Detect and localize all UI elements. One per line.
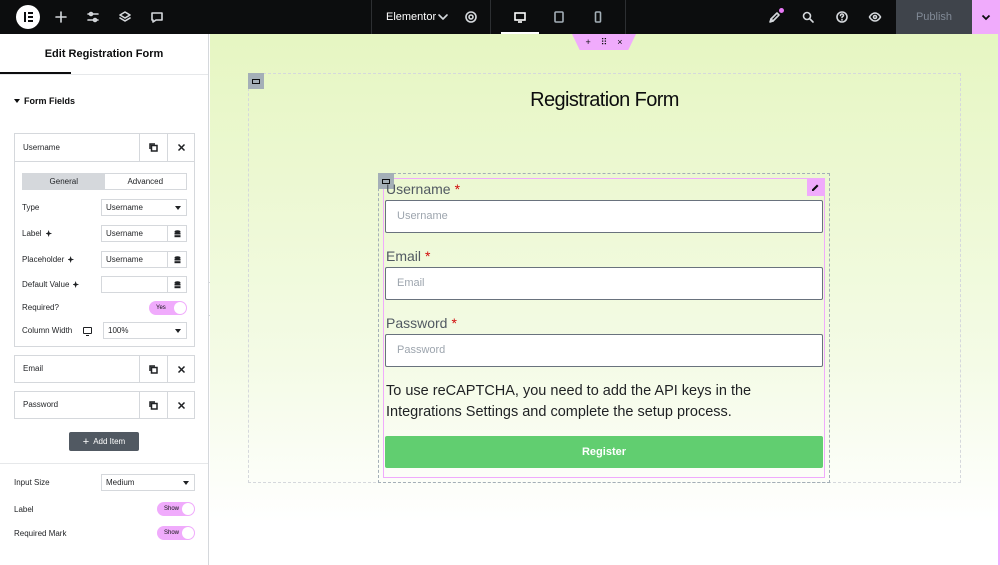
repeater-item-password[interactable]: Password	[14, 391, 195, 419]
tablet-icon[interactable]	[540, 0, 578, 34]
close-section-icon[interactable]: ×	[617, 37, 622, 47]
required-toggle[interactable]: Yes	[149, 301, 187, 315]
preview-icon[interactable]	[859, 0, 891, 34]
email-input[interactable]: Email	[385, 267, 823, 300]
dynamic-tags-icon[interactable]	[167, 277, 186, 292]
dynamic-tags-icon[interactable]	[167, 226, 186, 241]
required-mark-toggle[interactable]: Show	[157, 526, 195, 540]
username-label: Username *	[386, 181, 461, 197]
ai-sparkle-icon	[45, 230, 52, 237]
section-form-fields[interactable]: Form Fields	[14, 96, 75, 106]
password-label: Password *	[386, 315, 457, 331]
password-input[interactable]: Password	[385, 334, 823, 367]
notifications-icon[interactable]	[759, 0, 791, 34]
required-mark: *	[454, 181, 461, 197]
duplicate-icon[interactable]	[139, 356, 167, 382]
required-mark: *	[425, 248, 431, 264]
label-toggle[interactable]: Show	[157, 502, 195, 516]
close-icon[interactable]	[167, 392, 195, 418]
tab-general[interactable]: General	[23, 174, 105, 189]
dynamic-tags-icon[interactable]	[167, 252, 186, 267]
input-size-select[interactable]: Medium	[101, 474, 195, 491]
help-icon[interactable]	[826, 0, 858, 34]
caret-down-icon	[14, 99, 20, 103]
repeater-item-label: Username	[23, 143, 60, 152]
label-label: Label	[22, 229, 53, 238]
add-icon[interactable]	[45, 0, 77, 34]
default-value-label: Default Value	[22, 280, 80, 289]
repeater-item-username[interactable]: Username	[14, 133, 195, 162]
required-mark-label: Required Mark	[14, 529, 67, 538]
required-mark: *	[451, 315, 457, 331]
duplicate-icon[interactable]	[139, 134, 167, 161]
username-input[interactable]: Username	[385, 200, 823, 233]
email-label: Email *	[386, 248, 431, 264]
divider	[0, 74, 208, 75]
section-handle[interactable]: + ⠿ ×	[572, 34, 636, 50]
panel-title: Edit Registration Form	[44, 48, 164, 60]
column-width-label: Column Width	[22, 326, 73, 335]
mobile-icon[interactable]	[579, 0, 617, 34]
close-icon[interactable]	[167, 356, 195, 382]
field-tabs: General Advanced	[22, 173, 187, 190]
required-label: Required?	[22, 303, 59, 312]
duplicate-icon[interactable]	[139, 392, 167, 418]
placeholder-input[interactable]: Username	[101, 251, 187, 268]
default-value-input[interactable]	[101, 276, 187, 293]
settings-icon[interactable]	[455, 0, 487, 34]
label-input[interactable]: Username	[101, 225, 187, 242]
repeater-item-email[interactable]: Email	[14, 355, 195, 383]
divider	[625, 0, 626, 34]
layers-icon[interactable]	[109, 0, 141, 34]
label-visibility-label: Label	[14, 505, 34, 514]
type-select[interactable]: Username	[101, 199, 187, 216]
column-width-select[interactable]: 100%	[103, 322, 187, 339]
search-icon[interactable]	[792, 0, 824, 34]
add-item-button[interactable]: + Add Item	[69, 432, 139, 451]
comments-icon[interactable]	[141, 0, 173, 34]
section-title: Form Fields	[24, 96, 76, 106]
desktop-icon[interactable]	[501, 0, 539, 34]
close-icon[interactable]	[167, 134, 195, 161]
register-button[interactable]: Register	[385, 436, 823, 468]
add-item-label: Add Item	[93, 437, 126, 446]
recaptcha-notice: To use reCAPTCHA, you need to add the AP…	[386, 383, 752, 420]
chevron-down-icon	[981, 14, 991, 21]
sliders-icon[interactable]	[77, 0, 109, 34]
divider	[490, 0, 491, 34]
publish-button[interactable]: Publish	[896, 0, 972, 34]
notification-dot	[779, 8, 784, 13]
ai-sparkle-icon	[73, 281, 80, 288]
type-label: Type	[22, 203, 40, 212]
desktop-icon[interactable]	[83, 327, 92, 336]
add-section-icon[interactable]: +	[585, 37, 590, 47]
pencil-icon[interactable]	[807, 179, 824, 196]
add-icon: +	[82, 435, 90, 448]
top-bar: Elementor Publish	[0, 0, 1000, 34]
move-section-icon[interactable]: ⠿	[601, 37, 608, 48]
elementor-logo-icon[interactable]	[16, 5, 40, 29]
divider	[0, 463, 208, 464]
publish-options-button[interactable]	[972, 0, 1000, 34]
edit-container-icon[interactable]	[248, 73, 264, 89]
tab-advanced[interactable]: Advanced	[105, 174, 187, 189]
placeholder-label: Placeholder	[22, 255, 75, 264]
repeater-item-label: Password	[23, 400, 59, 409]
ai-sparkle-icon	[68, 256, 75, 263]
form-heading[interactable]: Registration Form	[248, 89, 961, 112]
divider	[371, 0, 372, 34]
repeater-item-label: Email	[23, 364, 44, 373]
input-size-label: Input Size	[14, 478, 50, 487]
